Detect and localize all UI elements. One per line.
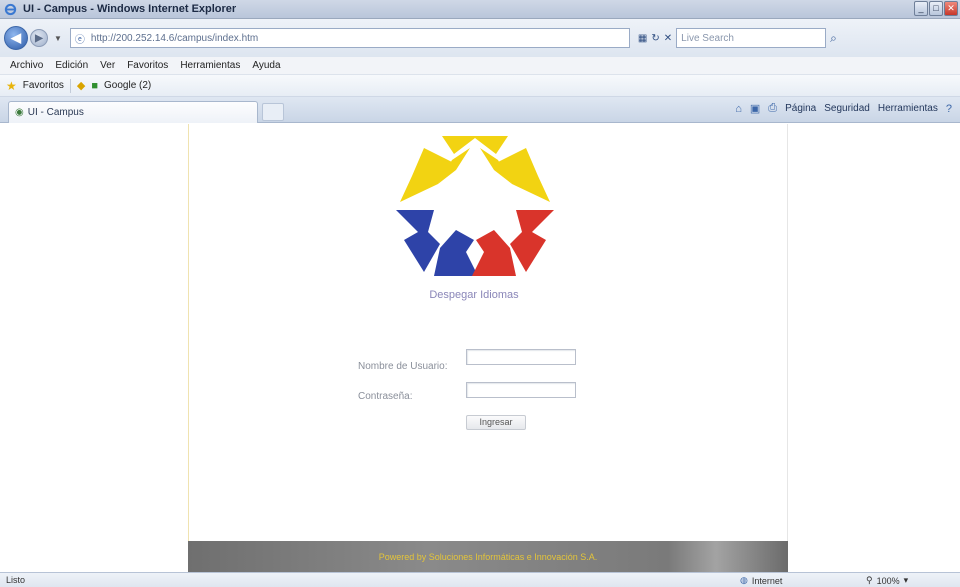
organization-logo <box>396 136 554 276</box>
zoom-level: 100% <box>876 575 900 586</box>
status-text: Listo <box>6 575 26 585</box>
zoom-icon: ⚲ <box>866 575 873 585</box>
internet-explorer-icon <box>4 3 17 15</box>
favorites-separator <box>69 78 71 93</box>
tab-page-icon: ◉ <box>15 107 24 118</box>
feeds-icon[interactable]: ▣ <box>750 102 760 115</box>
menu-bar: Archivo Edición Ver Favoritos Herramient… <box>0 57 960 75</box>
menu-item-ayuda[interactable]: Ayuda <box>252 60 280 71</box>
page-icon: ⓔ <box>74 34 85 46</box>
menu-item-ver[interactable]: Ver <box>100 60 115 71</box>
zoom-dropdown-icon: ▾ <box>903 575 909 585</box>
refresh-icon[interactable]: ↻ <box>651 33 659 44</box>
address-tools: ▦ ↻ ✕ <box>638 33 672 44</box>
security-zone[interactable]: ◍ Internet <box>740 575 782 586</box>
logo-blue-segment-bottom <box>434 230 478 276</box>
back-button[interactable]: ◀ <box>4 26 28 50</box>
add-favorite-icon[interactable]: ◆ <box>77 79 85 92</box>
tab-bar: ◉ UI - Campus ⌂ ▣ ⎙ Página Seguridad Her… <box>0 97 960 123</box>
menu-item-edicion[interactable]: Edición <box>55 60 88 71</box>
url-field[interactable]: ⓔ http://200.252.14.6/campus/index.htm <box>69 28 630 48</box>
zoom-control[interactable]: ⚲ 100% ▾ <box>866 575 908 586</box>
print-icon[interactable]: ⎙ <box>768 102 777 115</box>
favorites-star-icon[interactable]: ★ <box>6 79 17 93</box>
search-icon[interactable]: ⌕ <box>830 31 837 46</box>
home-icon[interactable]: ⌂ <box>735 103 742 115</box>
stop-icon[interactable]: ✕ <box>664 33 672 44</box>
tab-campus[interactable]: ◉ UI - Campus <box>8 101 258 123</box>
search-placeholder: Live Search <box>681 32 734 44</box>
favorite-link-google[interactable]: Google (2) <box>104 80 151 91</box>
password-field[interactable] <box>466 382 576 398</box>
window-title-bar: UI - Campus - Windows Internet Explorer … <box>0 0 960 19</box>
login-button[interactable]: Ingresar <box>466 415 526 430</box>
forward-arrow-icon: ▶ <box>35 32 43 44</box>
search-input[interactable]: Live Search <box>676 28 827 48</box>
password-label: Contraseña: <box>358 391 413 402</box>
logo-yellow-segment-top <box>442 136 508 154</box>
organization-name: Despegar Idiomas <box>429 289 519 301</box>
menu-item-herramientas[interactable]: Herramientas <box>180 60 240 71</box>
command-bar: ⌂ ▣ ⎙ Página Seguridad Herramientas ? <box>735 102 952 115</box>
tab-label: UI - Campus <box>27 107 84 118</box>
favorites-button[interactable]: Favoritos <box>23 80 64 91</box>
footer-text: Powered by Soluciones Informáticas e Inn… <box>378 551 598 562</box>
zone-label: Internet <box>751 575 783 586</box>
logo-red-segment-right <box>510 210 554 272</box>
favorites-bar: ★ Favoritos ◆ ■ Google (2) <box>0 75 960 97</box>
google-icon: ■ <box>91 79 99 92</box>
minimize-button[interactable]: _ <box>914 1 928 16</box>
url-text: http://200.252.14.6/campus/index.htm <box>90 32 259 44</box>
new-tab-button[interactable] <box>262 103 284 121</box>
forward-button[interactable]: ▶ <box>30 29 48 47</box>
page-footer: Powered by Soluciones Informáticas e Inn… <box>188 541 788 572</box>
status-bar: Listo ◍ Internet ⚲ 100% ▾ <box>0 572 960 587</box>
globe-icon: ◍ <box>740 575 748 585</box>
logo-red-segment-bottom <box>472 230 516 276</box>
history-dropdown-icon[interactable]: ▼ <box>54 34 62 43</box>
menu-item-favoritos[interactable]: Favoritos <box>127 60 168 71</box>
command-page[interactable]: Página <box>785 103 816 114</box>
back-arrow-icon: ◀ <box>11 30 21 45</box>
address-toolbar: ◀ ▶ ▼ ⓔ http://200.252.14.6/campus/index… <box>0 19 960 57</box>
command-security[interactable]: Seguridad <box>824 103 870 114</box>
window-title: UI - Campus - Windows Internet Explorer <box>23 3 237 15</box>
maximize-button[interactable]: □ <box>929 1 943 16</box>
help-icon[interactable]: ? <box>946 103 952 115</box>
username-field[interactable] <box>466 349 576 365</box>
menu-item-archivo[interactable]: Archivo <box>10 60 43 71</box>
compatibility-icon[interactable]: ▦ <box>638 33 647 44</box>
close-button[interactable]: ✕ <box>944 1 958 16</box>
username-label: Nombre de Usuario: <box>358 361 448 372</box>
logo-blue-segment-left <box>396 210 440 272</box>
command-tools[interactable]: Herramientas <box>878 103 938 114</box>
